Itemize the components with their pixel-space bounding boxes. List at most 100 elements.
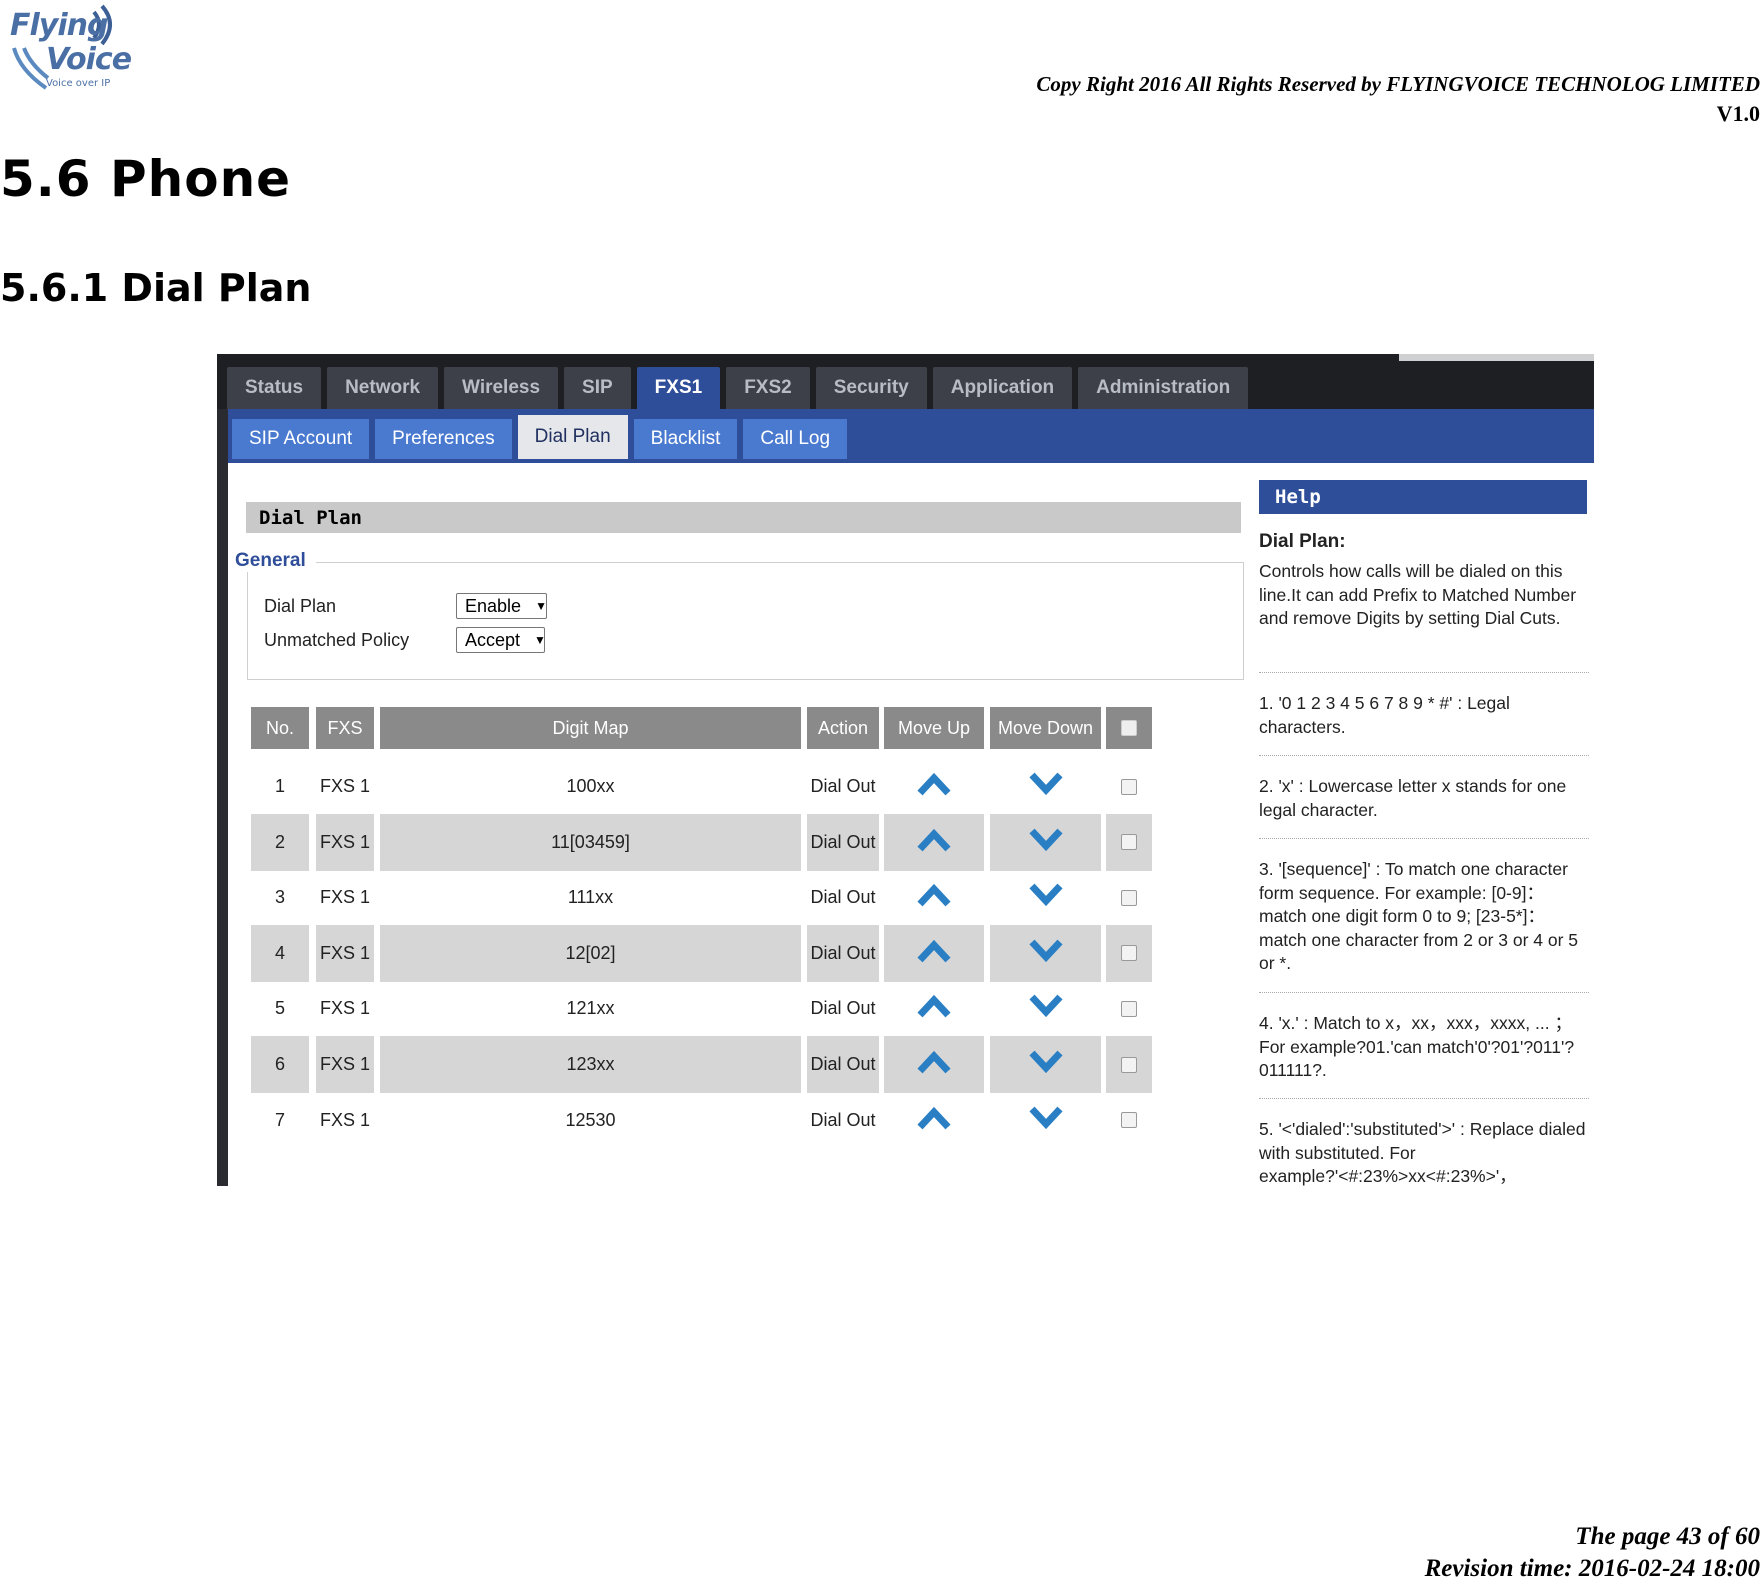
sub-nav-bar: SIP Account Preferences Dial Plan Blacklist… [217,409,1594,463]
top-right-strip [1399,354,1594,361]
main-tab-wireless[interactable]: Wireless [444,367,559,409]
row-fxs: FXS 1 [316,813,374,871]
sub-tab-dial-plan[interactable]: Dial Plan [517,415,628,459]
move-up-button[interactable] [884,980,984,1037]
move-down-button[interactable] [990,1036,1101,1093]
main-tab-security[interactable]: Security [815,367,927,409]
chevron-down-icon [1028,771,1063,802]
row-digit-map: 121xx [566,998,615,1019]
main-tab-status[interactable]: Status [227,367,322,409]
move-up-button[interactable] [884,758,984,815]
row-action: Dial Out [810,887,876,908]
left-edge [217,409,228,1186]
help-item-5: 5. '<'dialed':'substituted'>' : Replace … [1259,1119,1586,1186]
logo-text-flying: Flying [10,8,108,43]
main-tab-fxs2[interactable]: FXS2 [726,367,810,409]
move-down-button[interactable] [990,758,1101,815]
help-divider [1259,755,1589,756]
col-header-move-up: Move Up [884,707,984,749]
row-checkbox[interactable] [1121,834,1137,851]
section-heading: 5.6 Phone [0,150,292,208]
sub-tab-blacklist[interactable]: Blacklist [633,419,738,459]
main-nav-bar: Status Network Wireless SIP FXS1 FXS2 Security… [217,354,1594,409]
subsection-heading: 5.6.1 Dial Plan [0,266,312,310]
row-checkbox[interactable] [1121,1000,1137,1017]
help-item-3: 3. '[sequence]' : To match one character… [1259,859,1579,973]
row-fxs: FXS 1 [319,998,371,1019]
copyright-text: Copy Right 2016 All Rights Reserved by F… [1036,72,1760,96]
col-header-fxs: FXS [316,707,374,749]
help-item-2: 2. 'x' : Lowercase letter x stands for o… [1259,776,1567,820]
help-divider [1259,838,1589,839]
chevron-up-icon [917,1105,951,1136]
flyingvoice-logo: Flying Voice Voice over IP [6,2,132,90]
chevron-down-icon [1028,1049,1063,1080]
sub-tab-sip-account[interactable]: SIP Account [232,419,370,459]
row-action: Dial Out [807,924,879,982]
main-tab-application[interactable]: Application [932,367,1073,409]
row-fxs: FXS 1 [319,887,371,908]
help-item-4: 4. 'x.' : Match to x，xx，xxx，xxxx, ... ；F… [1259,1013,1575,1080]
row-digit-map: 12530 [565,1109,616,1130]
row-checkbox-cell [1106,758,1152,815]
dial-plan-select[interactable]: Enable ▼ [456,593,547,619]
row-checkbox-cell [1106,869,1152,926]
unmatched-policy-label: Unmatched Policy [264,630,410,650]
version-text: V1.0 [1716,101,1760,126]
row-no: 6 [251,1036,309,1093]
dropdown-arrow-icon: ▼ [535,599,547,613]
move-down-button[interactable] [990,869,1101,926]
col-header-digit-map: Digit Map [380,707,801,749]
row-checkbox[interactable] [1121,1056,1137,1073]
chevron-up-icon [917,771,951,802]
row-checkbox[interactable] [1121,889,1137,906]
row-checkbox[interactable] [1121,945,1137,962]
row-fxs: FXS 1 [319,1109,371,1130]
general-fieldset [247,562,1244,680]
main-tab-fxs1[interactable]: FXS1 [636,367,721,409]
sub-tab-preferences[interactable]: Preferences [375,419,512,459]
select-all-checkbox[interactable] [1121,720,1137,736]
row-checkbox[interactable] [1121,778,1137,795]
chevron-up-icon [917,1049,951,1080]
col-header-no: No. [251,707,309,749]
help-header: Help [1259,480,1587,514]
move-up-button[interactable] [884,924,984,982]
col-header-action: Action [807,707,879,749]
move-down-button[interactable] [990,1092,1101,1149]
row-checkbox[interactable] [1121,1112,1137,1129]
chevron-down-icon [1028,938,1063,969]
logo-text-voice: Voice [46,42,132,77]
row-no: 2 [251,813,309,871]
unmatched-policy-select-value: Accept [465,629,521,650]
move-down-button[interactable] [990,813,1101,871]
sub-tab-call-log[interactable]: Call Log [743,419,848,459]
unmatched-policy-select[interactable]: Accept ▼ [456,627,546,653]
main-tab-network[interactable]: Network [327,367,439,409]
move-up-button[interactable] [884,1036,984,1093]
row-checkbox-cell [1106,980,1152,1037]
move-up-button[interactable] [884,1092,984,1149]
section-header: Dial Plan [246,502,1241,533]
general-legend: General [235,550,316,572]
page-footer: The page 43 of 60 Revision time: 2016-02… [1425,1521,1760,1585]
main-tab-administration[interactable]: Administration [1078,367,1249,409]
row-fxs: FXS 1 [316,1036,374,1093]
move-up-button[interactable] [884,813,984,871]
logo-tagline: Voice over IP [46,78,111,89]
row-no: 5 [274,998,285,1019]
move-up-button[interactable] [884,869,984,926]
chevron-up-icon [917,938,951,969]
chevron-up-icon [917,882,951,913]
row-fxs: FXS 1 [319,776,371,796]
row-digit-map: 111xx [567,887,614,908]
help-divider [1259,1098,1589,1099]
row-action: Dial Out [810,776,876,796]
row-digit-map: 123xx [380,1036,801,1093]
row-action: Dial Out [807,1036,879,1093]
move-down-button[interactable] [990,980,1101,1037]
row-checkbox-cell [1106,924,1152,982]
row-checkbox-cell [1106,813,1152,871]
move-down-button[interactable] [990,924,1101,982]
main-tab-sip[interactable]: SIP [564,367,631,409]
